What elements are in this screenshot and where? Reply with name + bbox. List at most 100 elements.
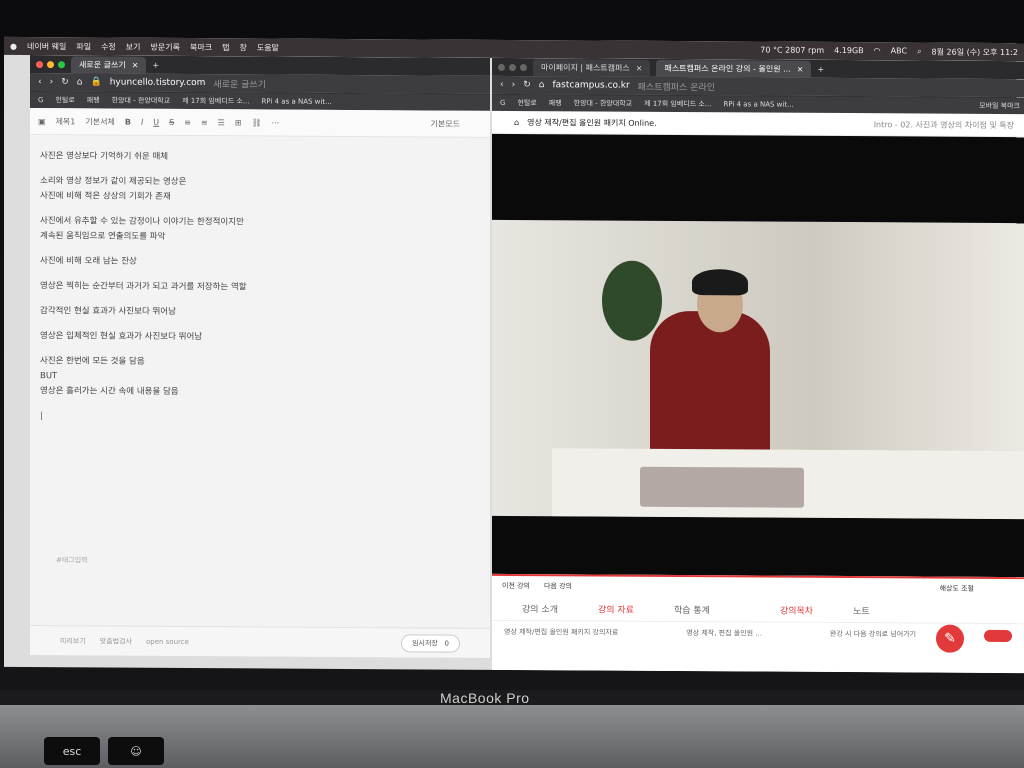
bold-icon[interactable]: B [125,117,131,126]
font-select[interactable]: 기본서체 [85,116,114,127]
window-controls [498,63,527,71]
menu-edit[interactable]: 수정 [101,41,116,52]
forward-icon[interactable]: › [50,77,54,87]
close-tab-icon[interactable]: × [636,63,643,72]
back-icon[interactable]: ‹ [38,77,42,87]
tab-materials[interactable]: 강의 자료 [598,602,634,615]
wifi-icon[interactable]: ◠ [874,46,881,57]
menu-view[interactable]: 보기 [126,41,141,52]
new-tab-icon[interactable]: + [152,60,159,69]
forward-icon[interactable]: › [512,80,516,90]
more-icon[interactable]: ··· [272,118,280,127]
menu-bookmarks[interactable]: 북마크 [190,42,212,53]
tab-new-post-label: 새로운 글쓰기 [79,59,126,70]
course-header: ⌂ 영상 제작/편집 올인원 패키지 Online. Intro - 02. 사… [492,110,1024,138]
strike-icon[interactable]: S [169,117,174,126]
temp-save-button[interactable]: 임시저장 0 [401,633,460,653]
tab-course-label: 패스트캠퍼스 온라인 강의 - 올인원 ... [664,63,791,74]
bookmark-item[interactable]: 한양대 - 한양대학교 [112,96,171,106]
home-icon[interactable]: ⌂ [539,80,545,90]
menu-tab[interactable]: 탭 [222,42,229,53]
bookmark-item[interactable]: 패팽 [87,95,100,105]
home-icon[interactable]: ⌂ [514,118,519,127]
align-center-icon[interactable]: ≡ [201,118,208,127]
tab-notes[interactable]: 노트 [853,604,870,617]
heading-select[interactable]: 제목1 [56,116,76,127]
autoplay-toggle[interactable] [983,629,1012,643]
minimize-window-icon[interactable] [509,63,516,71]
editor-tabbar: 새로운 글쓰기 × + [30,55,490,76]
temp-readout[interactable]: 70 °C 2807 rpm [760,45,824,56]
url-text[interactable]: hyuncello.tistory.com [110,78,206,89]
menubar-clock[interactable]: 8월 26일 (수) 오후 11:2 [932,46,1018,58]
italic-icon[interactable]: I [141,117,143,126]
preview-button[interactable]: 미리보기 [60,636,86,646]
emoji-key-icon: ☺ [108,737,164,765]
temp-save-label: 임시저장 [412,638,438,648]
minimize-window-icon[interactable] [47,60,54,68]
home-icon[interactable]: ⌂ [77,77,83,87]
bookmark-item[interactable]: 제 17회 임베디드 소... [182,96,249,106]
bookmark-item[interactable]: RPi 4 as a NAS wit... [262,97,332,105]
close-tab-icon[interactable]: × [797,64,804,73]
reload-icon[interactable]: ↻ [523,80,531,90]
close-window-icon[interactable] [36,60,43,68]
storage-readout[interactable]: 4.19GB [834,45,864,56]
tab-course[interactable]: 패스트캠퍼스 온라인 강의 - 올인원 ... × [656,59,812,78]
tab-curriculum[interactable]: 강의목차 [780,603,813,616]
zoom-window-icon[interactable] [58,60,65,68]
link-icon[interactable]: ⛓ [252,118,262,127]
bookmark-item[interactable]: G [500,99,505,107]
mode-select[interactable]: 기본모드 [431,118,460,129]
bookmark-item[interactable]: 헌털로 [517,98,536,108]
list-icon[interactable]: ☰ [218,118,225,127]
bookmark-item[interactable]: RPi 4 as a NAS wit... [724,100,794,108]
open-source-link[interactable]: open source [146,637,189,645]
menu-help[interactable]: 도움말 [257,42,279,53]
tab-mypage[interactable]: 마이페이지 | 패스트캠퍼스 × [533,58,651,77]
tab-new-post[interactable]: 새로운 글쓰기 × [71,55,147,74]
player-controls: 이전 강의 다음 강의 해상도 조절 [492,573,1024,600]
bookmark-item[interactable]: 제 17회 임베디드 소... [644,99,711,109]
pencil-icon[interactable]: ✎ [936,624,964,653]
tab-intro[interactable]: 강의 소개 [522,602,558,615]
bookmark-item[interactable]: 모바일 북마크 [979,101,1020,111]
menu-app[interactable]: 네이버 웨일 [27,41,66,52]
bookmark-item[interactable]: 한양대 - 한양대학교 [574,98,633,108]
bookmark-item[interactable]: 패팽 [549,98,562,108]
image-icon[interactable]: ▣ [38,117,46,126]
reload-icon[interactable]: ↻ [61,77,69,87]
next-lecture-button[interactable]: 다음 강의 [544,581,572,591]
url-text[interactable]: fastcampus.co.kr [552,80,629,90]
menu-window[interactable]: 창 [239,42,246,53]
quality-button[interactable]: 해상도 조절 [940,584,974,594]
temp-save-count: 0 [444,639,449,648]
underline-icon[interactable]: U [153,117,159,126]
video-player[interactable] [492,133,1024,578]
apple-icon[interactable]: ● [10,41,17,50]
text-line: 사진에 비해 오래 남는 잔상 [40,256,137,267]
spellcheck-button[interactable]: 맞춤법검사 [100,636,132,646]
bookmark-item[interactable]: 헌털로 [55,95,74,105]
align-left-icon[interactable]: ≡ [184,117,191,126]
new-tab-icon[interactable]: + [817,64,824,73]
bookmark-item[interactable]: G [38,96,43,104]
text-line: 영상은 찍히는 순간부터 과거가 되고 과거를 저장하는 역할 [40,281,247,293]
back-icon[interactable]: ‹ [500,80,504,90]
search-icon[interactable]: ⌕ [917,46,921,57]
tag-input[interactable]: #태그입력 [56,555,88,565]
menu-file[interactable]: 파일 [76,41,91,52]
zoom-window-icon[interactable] [520,63,527,71]
close-tab-icon[interactable]: × [132,60,139,69]
editor-body[interactable]: 사진은 영상보다 기억하기 쉬운 매체 소리와 영상 정보가 같이 제공되는 영… [30,135,490,441]
tab-stats[interactable]: 학습 통계 [674,602,710,615]
input-source[interactable]: ABC [891,46,907,57]
plant-image [602,260,662,341]
video-frame[interactable] [492,219,1024,520]
table-icon[interactable]: ⊞ [235,118,242,127]
close-window-icon[interactable] [498,63,505,71]
menu-history[interactable]: 방문기록 [151,41,180,52]
prev-lecture-button[interactable]: 이전 강의 [502,581,530,591]
laptop-screen: ● 네이버 웨일 파일 수정 보기 방문기록 북마크 탭 창 도움말 70 °C… [4,36,1024,674]
material-file[interactable]: 영상 제작, 편집 올인원 ... [686,628,762,640]
